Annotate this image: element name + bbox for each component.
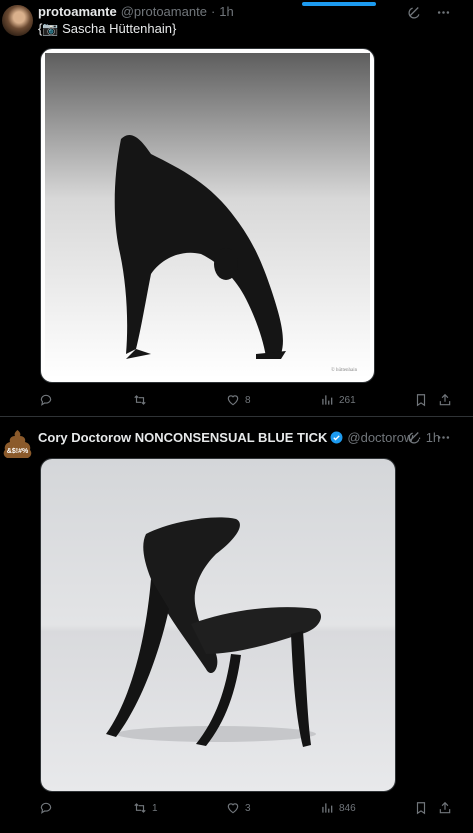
timestamp[interactable]: 1h bbox=[219, 4, 233, 19]
tweet-actions: 1 3 846 bbox=[0, 801, 473, 819]
photo-figure: © hüttenhain bbox=[45, 53, 370, 378]
handle[interactable]: @protoamante bbox=[121, 4, 207, 19]
reply-button[interactable] bbox=[39, 393, 58, 407]
photo-credit: © hüttenhain bbox=[331, 367, 358, 373]
bookmark-button[interactable] bbox=[414, 393, 428, 407]
separator-dot: · bbox=[210, 4, 216, 19]
display-name[interactable]: protoamante bbox=[38, 4, 117, 19]
poop-emoji-icon: &$!#% bbox=[3, 430, 32, 458]
views-count: 846 bbox=[339, 802, 356, 814]
retweet-button[interactable]: 1 bbox=[133, 801, 158, 815]
retweet-count: 1 bbox=[152, 802, 158, 814]
tweet[interactable]: protoamante @protoamante · 1h {📷 Sascha … bbox=[0, 0, 473, 416]
tweet-image[interactable]: © hüttenhain bbox=[40, 48, 375, 383]
retweet-icon bbox=[134, 803, 146, 813]
reply-button[interactable] bbox=[39, 801, 58, 815]
more-options-icon[interactable] bbox=[436, 430, 451, 445]
share-button[interactable] bbox=[438, 801, 452, 815]
like-count: 3 bbox=[245, 802, 251, 814]
like-button[interactable]: 8 bbox=[226, 393, 251, 407]
tweet-divider bbox=[0, 416, 473, 417]
reply-icon bbox=[40, 394, 52, 406]
share-button[interactable] bbox=[438, 393, 452, 407]
share-icon bbox=[439, 801, 451, 814]
avatar-text: &$!#% bbox=[7, 448, 29, 455]
tweet-text: {📷 Sascha Hüttenhain} bbox=[38, 21, 177, 36]
like-count: 8 bbox=[245, 394, 251, 406]
tweet-header-actions bbox=[407, 5, 451, 20]
like-button[interactable]: 3 bbox=[226, 801, 251, 815]
tweet-header: Cory Doctorow NONCONSENSUAL BLUE TICK @d… bbox=[38, 430, 440, 445]
views-button[interactable]: 846 bbox=[320, 801, 356, 815]
more-options-icon[interactable] bbox=[436, 5, 451, 20]
share-icon bbox=[439, 393, 451, 406]
tweet[interactable]: &$!#% Cory Doctorow NONCONSENSUAL BLUE T… bbox=[0, 418, 473, 833]
views-icon bbox=[322, 395, 333, 405]
views-icon bbox=[322, 803, 333, 813]
handle[interactable]: @doctorow bbox=[347, 430, 413, 445]
tweet-header: protoamante @protoamante · 1h bbox=[38, 4, 234, 19]
views-count: 261 bbox=[339, 394, 356, 406]
views-button[interactable]: 261 bbox=[320, 393, 356, 407]
retweet-icon bbox=[134, 395, 146, 405]
bookmark-button[interactable] bbox=[414, 801, 428, 815]
avatar[interactable] bbox=[2, 5, 33, 36]
verified-badge-icon[interactable] bbox=[330, 431, 343, 444]
reply-icon bbox=[40, 802, 52, 814]
display-name[interactable]: Cory Doctorow NONCONSENSUAL BLUE TICK bbox=[38, 430, 327, 445]
bookmark-icon bbox=[416, 802, 426, 815]
retweet-button[interactable] bbox=[133, 393, 152, 407]
heart-icon bbox=[227, 395, 239, 406]
grok-icon[interactable] bbox=[407, 5, 422, 20]
tweet-actions: 8 261 bbox=[0, 393, 473, 411]
chair-photo bbox=[41, 459, 395, 791]
heart-icon bbox=[227, 803, 239, 814]
avatar[interactable]: &$!#% bbox=[2, 428, 33, 459]
bookmark-icon bbox=[416, 394, 426, 407]
grok-icon[interactable] bbox=[407, 430, 422, 445]
tweet-header-actions bbox=[407, 430, 451, 445]
tweet-image[interactable] bbox=[40, 458, 396, 792]
